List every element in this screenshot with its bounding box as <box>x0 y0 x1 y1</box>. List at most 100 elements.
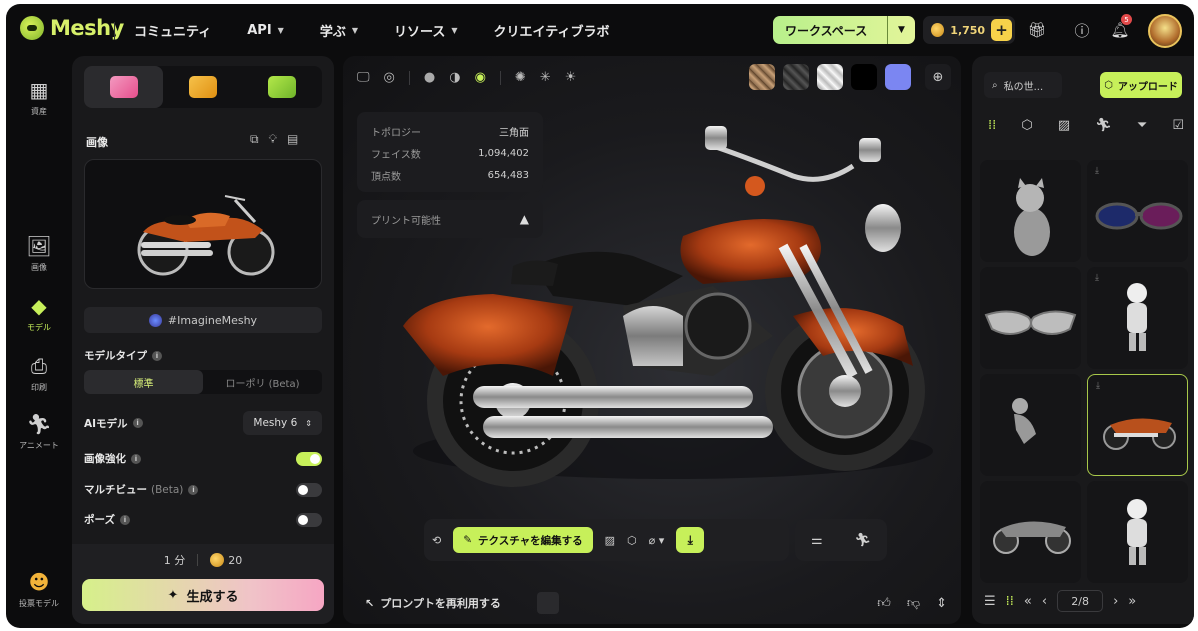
nav-label: コミュニティ <box>134 25 212 40</box>
rail-item-print[interactable]: ⎙ 印刷 <box>6 354 72 393</box>
page-indicator[interactable]: 2/8 <box>1057 590 1104 612</box>
asset-sunglasses[interactable]: ⤓ <box>1087 160 1188 262</box>
pose-toggle[interactable] <box>296 512 322 527</box>
gift-icon[interactable]: 🎁︎ <box>1027 20 1047 40</box>
clay-sphere-icon[interactable]: ◑ <box>449 70 460 85</box>
info-icon[interactable]: i <box>131 453 141 464</box>
nav-resources[interactable]: リソース ▼ <box>394 21 458 40</box>
hatch-icon[interactable]: ▨ <box>605 534 615 547</box>
thumbs-up-icon[interactable]: 👍︎ <box>877 596 891 611</box>
cube-filter-icon[interactable]: ⬡ <box>1021 118 1032 133</box>
generate-button[interactable]: ✦ 生成する <box>82 579 324 611</box>
grid-view-icon[interactable]: ⁞⁞ <box>1006 594 1014 609</box>
expand-icon[interactable]: ⇕ <box>936 596 947 611</box>
tab-multi-image[interactable] <box>163 66 242 108</box>
avatar[interactable] <box>1148 14 1182 48</box>
texture-sphere-icon[interactable]: ◉ <box>475 70 486 85</box>
sun-icon[interactable]: ☀ <box>565 70 577 85</box>
globe-icon[interactable]: ◎ <box>384 70 395 85</box>
swatch-dark[interactable] <box>783 64 809 90</box>
download-button[interactable]: ⤓ <box>676 527 705 553</box>
upload-button[interactable]: ⬡ アップロード <box>1100 72 1182 98</box>
first-page-icon[interactable]: « <box>1024 594 1032 609</box>
ai-model-select[interactable]: Meshy 6 ⇕ <box>243 411 322 435</box>
asset-figure-1[interactable]: ⤓ <box>1087 267 1188 369</box>
ai-model-label: AIモデル <box>84 417 128 430</box>
remesh-icon[interactable]: ⌀ ▾ <box>649 534 665 547</box>
nav-label: クリエイティブラボ <box>493 25 610 40</box>
info-icon[interactable]: i <box>188 484 199 495</box>
bell-icon[interactable]: 🔔︎ 5 <box>1110 14 1132 40</box>
nav-creative-lab[interactable]: クリエイティブラボ <box>494 21 610 40</box>
info-icon[interactable]: i <box>152 350 162 361</box>
lightbulb-icon[interactable]: 💡︎ <box>269 132 277 147</box>
list-view-icon[interactable]: ☰ <box>984 594 996 609</box>
select-checkbox-icon[interactable]: ☑ <box>1172 118 1184 133</box>
credits-display[interactable]: 1,750 + <box>923 16 1015 44</box>
nav-community[interactable]: コミュニティ <box>134 21 211 40</box>
edit-texture-button[interactable]: ✎ テクスチャを編集する <box>453 527 593 553</box>
rail-item-image[interactable]: 🖼︎ 画像 <box>6 234 72 273</box>
3d-viewer[interactable]: 🖵︎ ◎ ● ◑ ◉ ✺ ✳ ☀ ⊕ トポロジー 三角面 フェイス数 1,094,4… <box>343 56 961 624</box>
texture-filter-icon[interactable]: ▨ <box>1058 118 1070 133</box>
zoom-fit-icon[interactable]: ⊕ <box>925 64 951 90</box>
help-icon[interactable]: ⓘ <box>1072 20 1092 40</box>
retry-icon[interactable]: ⟲ <box>432 534 441 547</box>
running-icon[interactable]: 🏃︎ <box>855 533 872 548</box>
asset-figure-3[interactable] <box>1087 481 1188 583</box>
swatch-bronze[interactable] <box>749 64 775 90</box>
thumbs-down-icon[interactable]: 👎︎ <box>907 596 920 611</box>
light-icon[interactable]: ✺ <box>515 70 526 85</box>
nav-learn[interactable]: 学ぶ ▼ <box>320 21 358 40</box>
filter-icon[interactable]: ⏷ <box>1137 118 1147 133</box>
download-icon[interactable]: ⤓ <box>1096 381 1100 391</box>
add-credits-button[interactable]: + <box>991 19 1012 41</box>
download-icon[interactable]: ⤓ <box>1095 273 1099 283</box>
animate-filter-icon[interactable]: 🏃︎ <box>1095 118 1112 133</box>
info-icon[interactable]: i <box>132 418 143 428</box>
grid-filter-icon[interactable]: ⁞⁞ <box>988 118 996 133</box>
tab-image-to-3d[interactable] <box>84 66 164 108</box>
rail-item-model[interactable]: ◆ モデル <box>6 294 72 333</box>
asset-motorcycle[interactable]: ⤓ <box>1087 374 1188 476</box>
sliders-icon[interactable]: ⚌ <box>811 533 823 548</box>
swatch-light[interactable] <box>817 64 843 90</box>
logo[interactable]: Meshy <box>20 16 124 40</box>
document-icon[interactable]: ▤ <box>287 132 298 147</box>
reuse-prompt-button[interactable]: ↖ プロンプトを再利用する <box>365 592 559 614</box>
caret-down-icon: ▼ <box>451 26 458 35</box>
divider <box>114 22 115 40</box>
download-icon[interactable]: ⤓ <box>1095 166 1099 176</box>
workspace-button[interactable]: ワークスペース ▼ <box>773 16 915 44</box>
tab-text-to-3d[interactable] <box>243 66 322 108</box>
swatch-blue[interactable] <box>885 64 911 90</box>
motorcycle-model[interactable] <box>383 116 943 516</box>
asset-cat[interactable] <box>980 160 1081 262</box>
asset-figure-2[interactable] <box>980 374 1081 476</box>
info-icon[interactable]: i <box>119 514 130 525</box>
solid-sphere-icon[interactable]: ● <box>424 70 435 85</box>
asset-motorcycle-grey[interactable] <box>980 481 1081 583</box>
rail-label: 画像 <box>31 263 47 272</box>
cube-outline-icon[interactable]: ⬡ <box>627 534 637 547</box>
image-enhance-toggle[interactable] <box>296 451 322 466</box>
monitor-icon[interactable]: 🖵︎ <box>357 70 370 85</box>
chevron-down-icon[interactable]: ▼ <box>887 16 915 44</box>
multiview-toggle[interactable] <box>296 482 322 497</box>
nav-api[interactable]: API ▼ <box>247 21 284 40</box>
search-input[interactable]: ⌕ 私の世... <box>984 72 1062 98</box>
last-page-icon[interactable]: » <box>1128 594 1136 609</box>
hashtag-banner[interactable]: #ImagineMeshy <box>84 307 322 333</box>
input-image[interactable] <box>84 159 322 289</box>
rail-item-vote[interactable]: ☻ 投票モデル <box>6 570 72 609</box>
rail-item-animate[interactable]: 🏃︎ アニメート <box>6 412 72 451</box>
sparkle-light-icon[interactable]: ✳ <box>540 70 551 85</box>
asset-glasses[interactable] <box>980 267 1081 369</box>
prev-page-icon[interactable]: ‹ <box>1042 594 1047 609</box>
model-type-standard[interactable]: 標準 <box>84 370 203 394</box>
compare-icon[interactable]: ⧉ <box>250 132 259 147</box>
model-type-lowpoly[interactable]: ローポリ (Beta) <box>203 370 322 394</box>
rail-item-assets[interactable]: ▦ 資産 <box>6 78 72 117</box>
next-page-icon[interactable]: › <box>1113 594 1118 609</box>
swatch-black[interactable] <box>851 64 877 90</box>
